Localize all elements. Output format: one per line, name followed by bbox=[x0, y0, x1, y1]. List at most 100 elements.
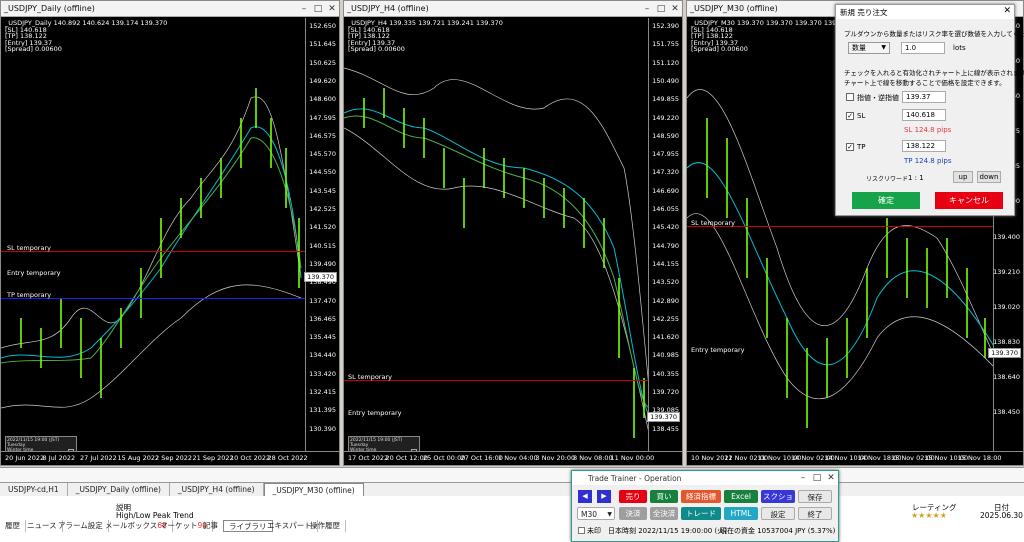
chart-titlebar[interactable]: _USDJPY_Daily (offline) – □ ✕ bbox=[1, 1, 339, 17]
dialog-description: プルダウンから数量またはリスク率を選び数値を入力してください。 bbox=[844, 30, 1024, 38]
next-bar-button[interactable]: ▶ bbox=[597, 490, 611, 503]
tab-daily[interactable]: _USDJPY_Daily (offline) bbox=[68, 483, 170, 496]
tab-m30[interactable]: _USDJPY_M30 (offline) bbox=[263, 483, 364, 496]
maximize-icon[interactable]: □ bbox=[810, 472, 824, 484]
chart-window-daily[interactable]: _USDJPY_Daily (offline) – □ ✕ _USDJPY_Da… bbox=[0, 0, 340, 466]
trade-trainer-panel[interactable]: Trade Trainer - Operation – □ ✕ ◀ ▶ 売り 買… bbox=[571, 470, 839, 542]
price-tick: 146.690 bbox=[652, 186, 679, 195]
limit-checkbox[interactable] bbox=[846, 93, 854, 101]
quantity-input[interactable]: 1.0 bbox=[901, 42, 945, 54]
trade-button[interactable]: トレード bbox=[681, 507, 721, 520]
minimize-icon[interactable]: – bbox=[796, 472, 810, 484]
down-button[interactable]: down bbox=[977, 171, 1001, 183]
price-tick: 139.490 bbox=[309, 259, 336, 268]
tab-usdjpy-h1[interactable]: USDJPY-cd,H1 bbox=[0, 483, 68, 496]
chart-plot[interactable]: _USDJPY_H4 139.335 139.721 139.241 139.3… bbox=[344, 18, 650, 458]
time-tick: 15 Aug 2022 bbox=[117, 454, 160, 462]
sl-pips: SL 124.8 pips bbox=[904, 126, 952, 134]
price-tick: 145.570 bbox=[309, 150, 336, 159]
time-tick: 3 Nov 20:00 bbox=[535, 454, 576, 462]
tp-line-label: TP temporary bbox=[7, 291, 52, 299]
chevron-down-icon: ▼ bbox=[607, 511, 612, 518]
unmark-checkbox[interactable] bbox=[578, 527, 585, 534]
price-tick: 138.490 bbox=[309, 278, 336, 287]
order-dialog[interactable]: 新規 売り注文 ✕ プルダウンから数量またはリスク率を選び数値を入力してください… bbox=[835, 4, 1024, 216]
dialog-titlebar[interactable]: 新規 売り注文 ✕ bbox=[836, 5, 1014, 19]
entry-line-label: Entry temporary bbox=[348, 409, 402, 417]
close-position-button[interactable]: 決済 bbox=[619, 507, 647, 520]
close-icon[interactable]: ✕ bbox=[824, 472, 838, 484]
tp-price-input[interactable]: 138.122 bbox=[902, 140, 946, 152]
price-tick: 138.450 bbox=[993, 407, 1020, 416]
time-axis: 10 Nov 2022 11 Nov 02:00 11 Nov 10:00 14 No… bbox=[687, 451, 1023, 465]
close-all-button[interactable]: 全決済 bbox=[650, 507, 678, 520]
limit-label: 指値・逆指値 bbox=[857, 94, 899, 102]
sell-button[interactable]: 売り bbox=[619, 490, 647, 503]
quantity-type-select[interactable]: 数量 ▼ bbox=[848, 42, 890, 54]
price-tick: 147.595 bbox=[309, 113, 336, 122]
terminal-header bbox=[0, 467, 1024, 482]
maximize-icon[interactable]: □ bbox=[654, 3, 668, 15]
time-axis: 17 Oct 2022 20 Oct 12:00 25 Oct 00:00 27 Oc… bbox=[344, 451, 682, 465]
entry-line-label: Entry temporary bbox=[7, 269, 61, 277]
close-icon[interactable]: ✕ bbox=[668, 3, 682, 15]
time-tick: 28 Oct 2022 bbox=[267, 454, 308, 462]
time-tick: 15 Nov 18:00 bbox=[957, 454, 1002, 462]
risk-reward-value: 1 : 1 bbox=[908, 174, 924, 182]
minimize-icon[interactable]: – bbox=[640, 3, 654, 15]
timeframe-select[interactable]: M30 ▼ bbox=[577, 507, 615, 520]
current-price-box: 139.370 bbox=[988, 348, 1021, 358]
cancel-button[interactable]: キャンセル bbox=[935, 192, 1003, 209]
price-tick: 145.420 bbox=[652, 223, 679, 232]
screenshot-button[interactable]: スクショ bbox=[761, 490, 795, 503]
chart-titlebar[interactable]: _USDJPY_H4 (offline) – □ ✕ bbox=[344, 1, 682, 17]
price-tick: 149.220 bbox=[652, 113, 679, 122]
price-tick: 144.155 bbox=[652, 259, 679, 268]
confirm-button[interactable]: 確定 bbox=[852, 192, 920, 209]
time-tick: 27 Oct 16:00 bbox=[460, 454, 503, 462]
price-tick: 151.755 bbox=[652, 40, 679, 49]
excel-button[interactable]: Excel bbox=[724, 490, 758, 503]
price-tick: 141.520 bbox=[309, 223, 336, 232]
exit-button[interactable]: 終了 bbox=[798, 507, 832, 520]
date-value: 2025.06.30 bbox=[980, 511, 1023, 520]
price-tick: 151.120 bbox=[652, 58, 679, 67]
time-tick: 25 Oct 00:00 bbox=[423, 454, 466, 462]
limit-price-input[interactable]: 139.37 bbox=[902, 91, 946, 103]
time-axis: 20 Jun 2022 8 Jul 2022 27 Jul 2022 15 Aug 2… bbox=[1, 451, 339, 465]
price-tick: 139.720 bbox=[652, 388, 679, 397]
ohlc-readout: _USDJPY_M30 139.370 139.370 139.370 139.… bbox=[691, 19, 851, 53]
tab-articles[interactable]: 記事 bbox=[198, 520, 224, 532]
library-row[interactable]: High/Low Peak Trend bbox=[116, 511, 194, 520]
trainer-titlebar[interactable]: Trade Trainer - Operation – □ ✕ bbox=[572, 471, 838, 485]
price-tick: 146.055 bbox=[652, 205, 679, 214]
entry-line-label: Entry temporary bbox=[691, 346, 745, 354]
buy-button[interactable]: 買い bbox=[650, 490, 678, 503]
html-button[interactable]: HTML bbox=[724, 507, 758, 520]
maximize-icon[interactable]: □ bbox=[311, 3, 325, 15]
minimize-icon[interactable]: – bbox=[297, 3, 311, 15]
economic-indicators-button[interactable]: 経済指標 bbox=[681, 490, 721, 503]
tp-checkbox[interactable]: ✓ bbox=[846, 143, 854, 151]
sl-price-input[interactable]: 140.618 bbox=[902, 109, 946, 121]
price-tick: 139.085 bbox=[652, 406, 679, 415]
sl-line-label: SL temporary bbox=[691, 219, 735, 227]
sl-checkbox[interactable]: ✓ bbox=[846, 112, 854, 120]
price-tick: 144.790 bbox=[652, 241, 679, 250]
close-icon[interactable]: ✕ bbox=[325, 3, 339, 15]
close-icon[interactable]: ✕ bbox=[1003, 6, 1011, 16]
chart-title: _USDJPY_H4 (offline) bbox=[347, 4, 429, 13]
terminal-panel: 説明 High/Low Peak Trend レーティング ★★★★★ 日付 2… bbox=[0, 496, 1024, 542]
chart-plot[interactable]: _USDJPY_Daily 140.892 140.624 139.174 13… bbox=[1, 18, 307, 458]
prev-bar-button[interactable]: ◀ bbox=[578, 490, 592, 503]
price-tick: 134.440 bbox=[309, 351, 336, 360]
chart-window-h4[interactable]: _USDJPY_H4 (offline) – □ ✕ _USDJPY_H4 13… bbox=[343, 0, 683, 466]
settings-button[interactable]: 設定 bbox=[761, 507, 795, 520]
save-button[interactable]: 保存 bbox=[798, 490, 832, 503]
time-tick: 20 Jun 2022 bbox=[5, 454, 45, 462]
up-button[interactable]: up bbox=[953, 171, 973, 183]
price-tick: 133.420 bbox=[309, 369, 336, 378]
tab-h4[interactable]: _USDJPY_H4 (offline) bbox=[170, 483, 264, 496]
price-tick: 148.600 bbox=[309, 95, 336, 104]
tab-journal[interactable]: 操作履歴 bbox=[305, 520, 346, 532]
